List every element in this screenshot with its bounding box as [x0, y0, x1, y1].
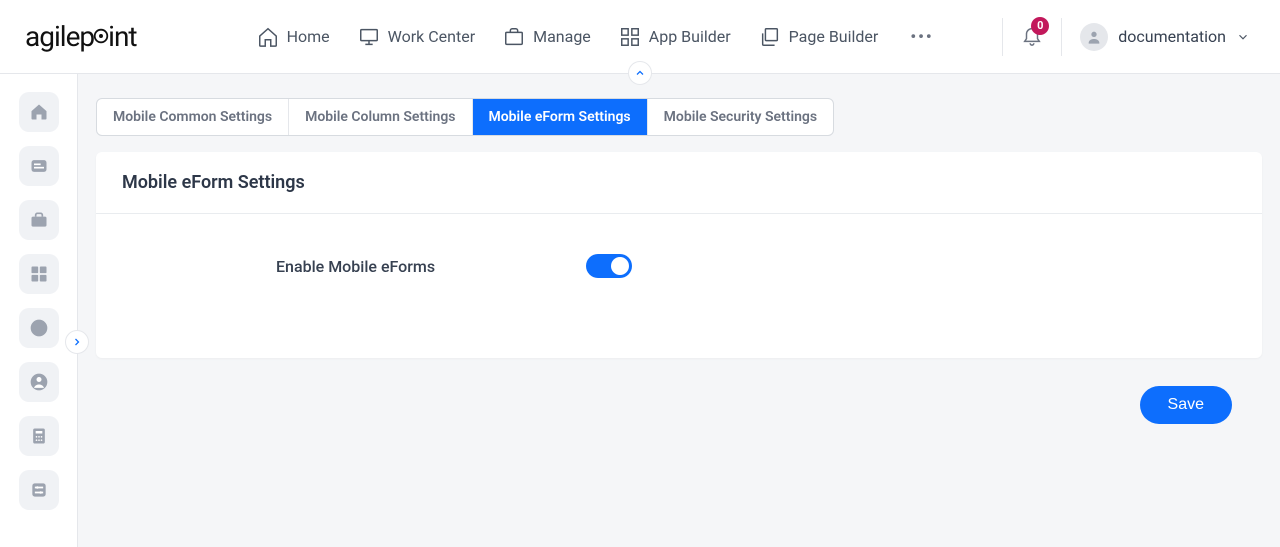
list-icon	[29, 156, 49, 176]
sidebar-item-user[interactable]	[19, 362, 59, 402]
notifications-button[interactable]: 0	[1021, 23, 1043, 51]
copy-icon	[759, 26, 781, 48]
pie-chart-icon	[29, 318, 49, 338]
sidebar-item-list[interactable]	[19, 146, 59, 186]
monitor-icon	[358, 26, 380, 48]
actions-bar: Save	[96, 358, 1262, 454]
nav-page-builder[interactable]: Page Builder	[759, 26, 879, 48]
enable-mobile-eforms-label: Enable Mobile eForms	[276, 257, 586, 276]
user-menu[interactable]: documentation	[1080, 23, 1250, 51]
nav-label: App Builder	[649, 27, 731, 46]
chevron-down-icon	[1236, 30, 1250, 44]
divider	[1002, 18, 1003, 56]
app-header: agilepint Home Work Center Manage App Bu…	[0, 0, 1280, 74]
sidebar-item-apps[interactable]	[19, 254, 59, 294]
nav-work-center[interactable]: Work Center	[358, 26, 475, 48]
panel-header: Mobile eForm Settings	[96, 152, 1262, 214]
divider	[1061, 18, 1062, 56]
tab-column-settings[interactable]: Mobile Column Settings	[289, 99, 472, 135]
settings-panel: Mobile eForm Settings Enable Mobile eFor…	[96, 152, 1262, 358]
toggle-knob	[611, 257, 629, 275]
calculator-icon	[29, 426, 49, 446]
apps-icon	[29, 264, 49, 284]
nav-home[interactable]: Home	[257, 26, 330, 48]
panel-title: Mobile eForm Settings	[122, 172, 1236, 193]
header-right: 0 documentation	[1002, 18, 1250, 56]
nav-manage[interactable]: Manage	[503, 26, 591, 48]
nav-app-builder[interactable]: App Builder	[619, 26, 731, 48]
more-icon: •••	[910, 27, 933, 46]
sidebar-item-chart[interactable]	[19, 308, 59, 348]
top-nav: Home Work Center Manage App Builder Page…	[257, 26, 938, 48]
save-button[interactable]: Save	[1140, 386, 1232, 424]
tab-security-settings[interactable]: Mobile Security Settings	[648, 99, 833, 135]
sidebar-item-briefcase[interactable]	[19, 200, 59, 240]
briefcase-icon	[503, 26, 525, 48]
nav-more-button[interactable]: •••	[906, 27, 937, 46]
nav-label: Page Builder	[789, 27, 879, 46]
home-icon	[257, 26, 279, 48]
header-collapse-button[interactable]	[628, 61, 652, 85]
sidebar	[0, 74, 78, 547]
sliders-icon	[29, 480, 49, 500]
briefcase-icon	[29, 210, 49, 230]
nav-label: Work Center	[388, 27, 475, 46]
main-content: Mobile Common Settings Mobile Column Set…	[78, 74, 1280, 547]
nav-label: Manage	[533, 27, 591, 46]
tab-common-settings[interactable]: Mobile Common Settings	[97, 99, 289, 135]
enable-mobile-eforms-toggle[interactable]	[586, 254, 632, 278]
settings-tabs: Mobile Common Settings Mobile Column Set…	[96, 98, 834, 136]
sidebar-item-home[interactable]	[19, 92, 59, 132]
grid-icon	[619, 26, 641, 48]
logo: agilepint	[25, 20, 137, 53]
nav-label: Home	[287, 27, 330, 46]
sidebar-expand-button[interactable]	[65, 330, 89, 354]
panel-body: Enable Mobile eForms	[96, 214, 1262, 358]
chevron-right-icon	[71, 336, 83, 348]
chevron-up-icon	[634, 67, 646, 79]
body: Mobile Common Settings Mobile Column Set…	[0, 74, 1280, 547]
tab-eform-settings[interactable]: Mobile eForm Settings	[473, 99, 648, 135]
sidebar-item-sliders[interactable]	[19, 470, 59, 510]
home-icon	[29, 102, 49, 122]
sidebar-item-calculator[interactable]	[19, 416, 59, 456]
notification-badge: 0	[1031, 17, 1049, 35]
avatar-icon	[1080, 23, 1108, 51]
user-name-label: documentation	[1118, 27, 1226, 46]
user-icon	[29, 372, 49, 392]
